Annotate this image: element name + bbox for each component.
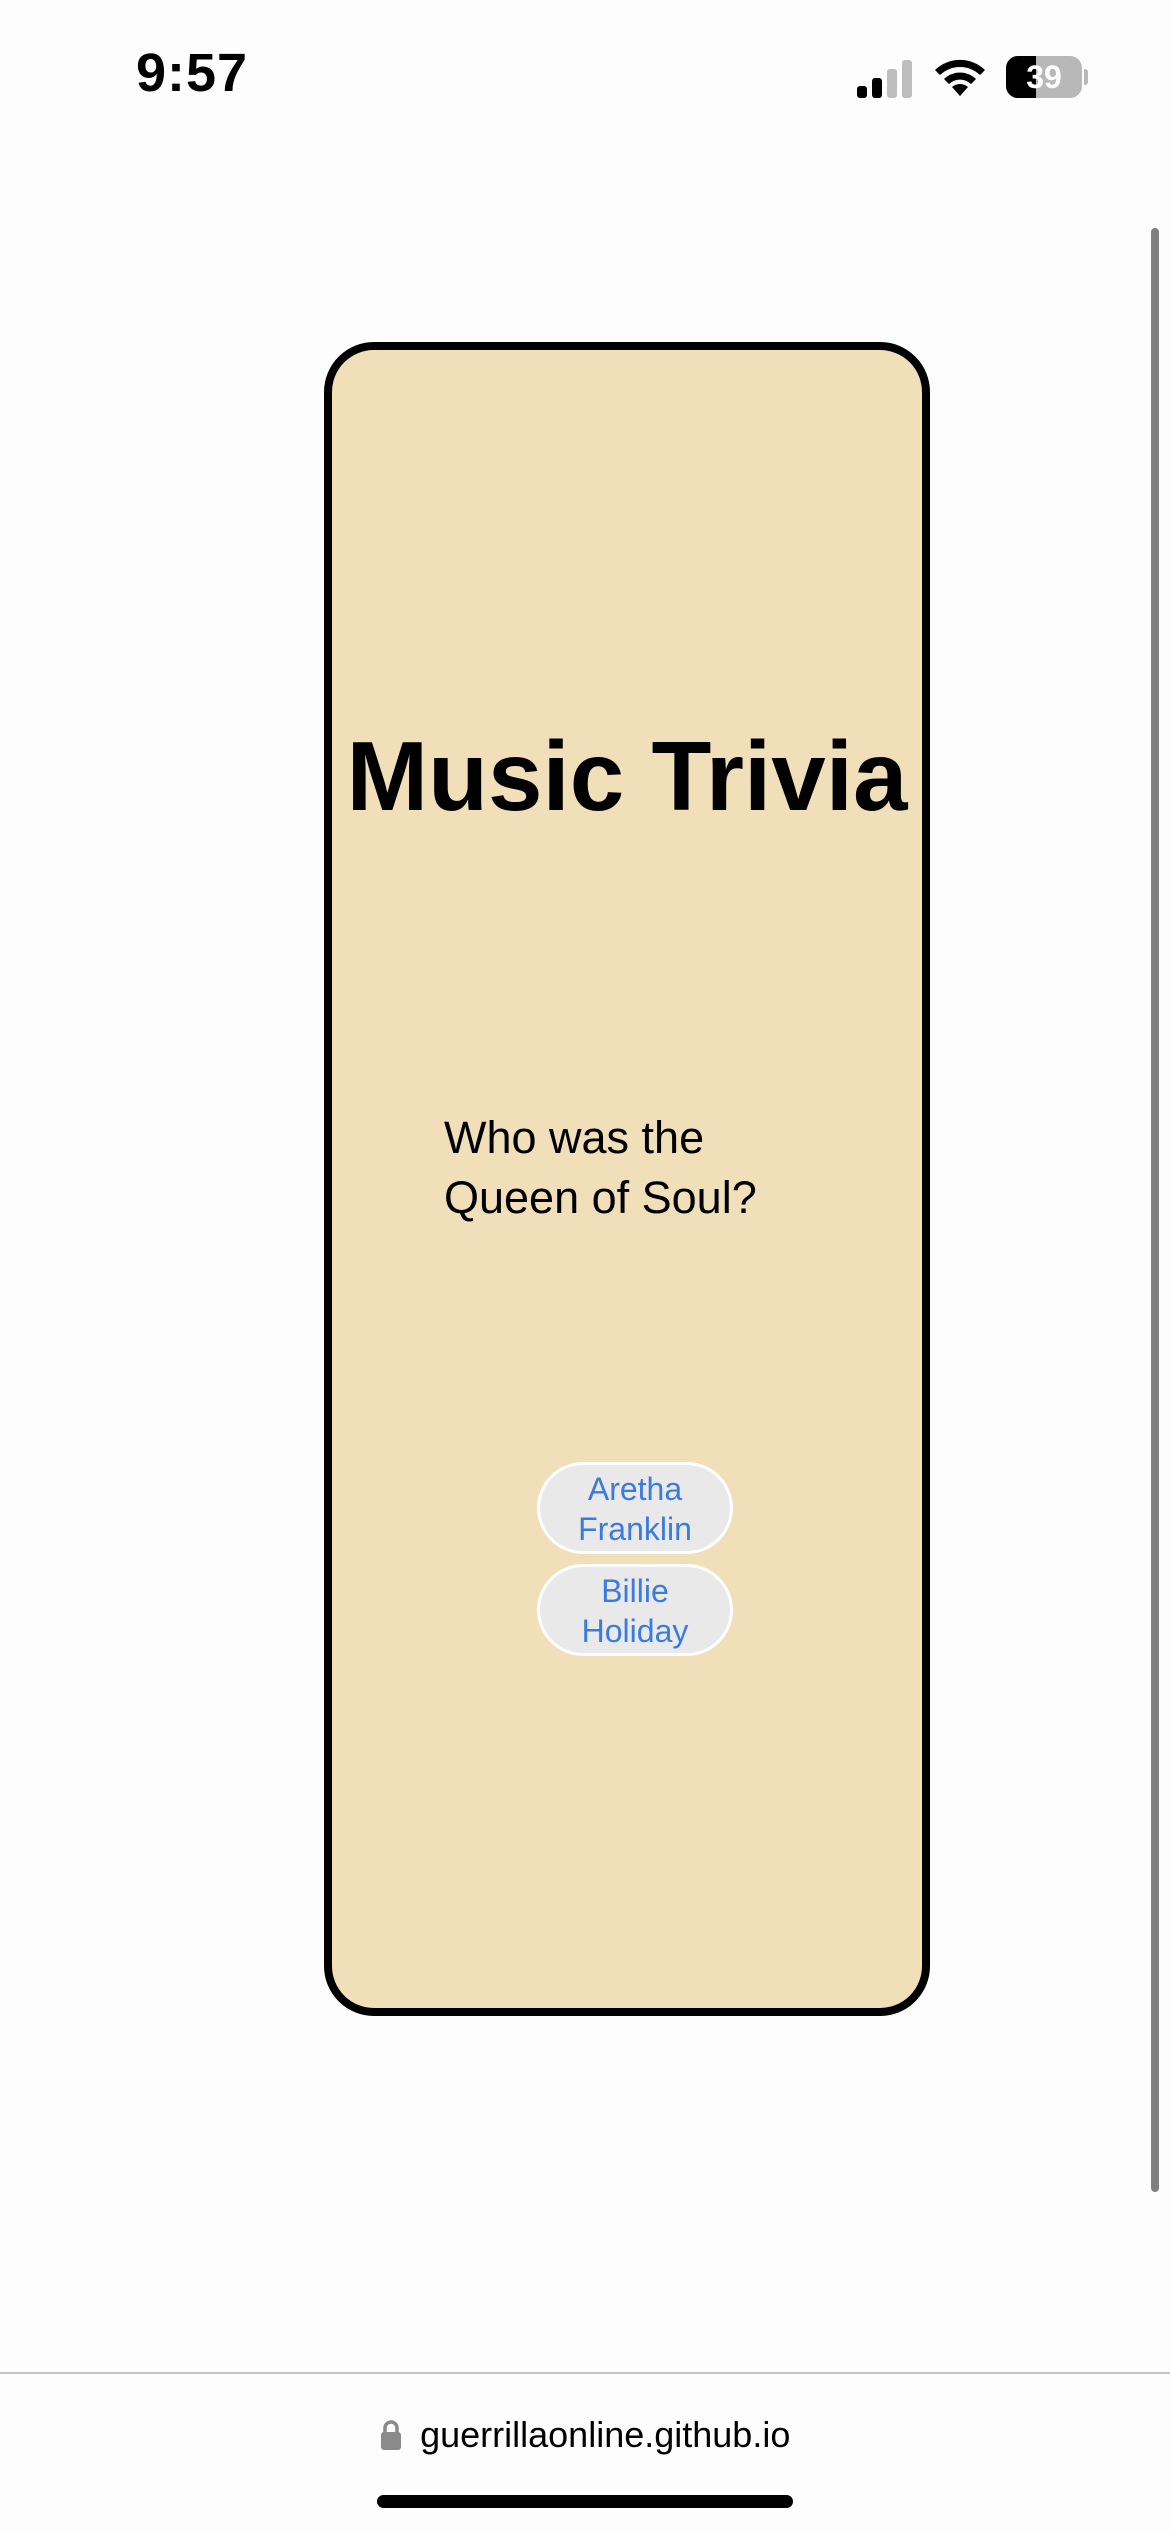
lock-icon [380,2420,401,2450]
home-indicator[interactable] [377,2495,793,2508]
address-field[interactable]: guerrillaonline.github.io [0,2414,1170,2464]
trivia-title: Music Trivia [346,721,908,831]
status-time: 9:57 [136,43,249,103]
battery-tip [1084,69,1088,85]
answer-list: Aretha Franklin Billie Holiday [537,1462,733,1666]
wifi-icon [935,59,985,96]
battery-body: 39 [1006,56,1082,98]
address-bar[interactable]: guerrillaonline.github.io [0,2372,1170,2532]
phone-screen: 9:57 39 Music Trivia Who was the Queen o… [0,0,1170,2532]
battery-level: 39 [1026,59,1062,95]
answer-button-billie-holiday[interactable]: Billie Holiday [537,1564,733,1656]
trivia-card: Music Trivia Who was the Queen of Soul? … [324,342,930,2016]
answer-button-aretha-franklin[interactable]: Aretha Franklin [537,1462,733,1554]
url-text: guerrillaonline.github.io [420,2414,791,2455]
status-bar: 9:57 39 [0,0,1170,150]
web-content[interactable]: Music Trivia Who was the Queen of Soul? … [0,150,1170,2372]
scrollbar[interactable] [1151,228,1159,2192]
signal-icon [857,60,912,98]
battery-icon: 39 [1006,56,1088,98]
question-text: Who was the Queen of Soul? [444,1112,757,1223]
